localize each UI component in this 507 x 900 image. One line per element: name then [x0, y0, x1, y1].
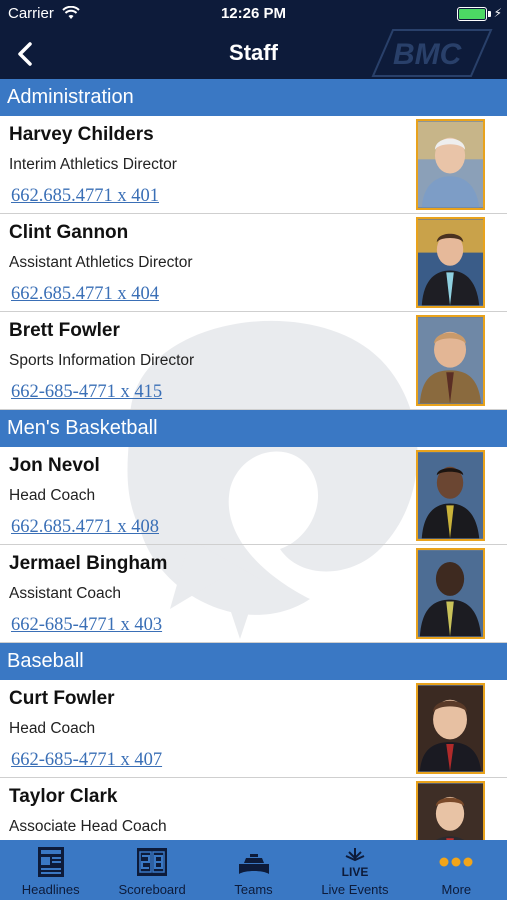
- staff-photo: [416, 548, 485, 639]
- staff-row[interactable]: Brett Fowler Sports Information Director…: [0, 312, 507, 410]
- status-time: 12:26 PM: [220, 5, 287, 22]
- staff-role: Head Coach: [9, 720, 96, 737]
- phone-link[interactable]: 662-685-4771 x 415: [11, 382, 162, 403]
- tab-teams[interactable]: Teams: [203, 840, 304, 900]
- tab-scoreboard[interactable]: Scoreboard: [101, 840, 202, 900]
- phone-link[interactable]: 662.685.4771 x 401: [11, 186, 159, 207]
- staff-photo: [416, 683, 485, 774]
- staff-role: Head Coach: [9, 487, 96, 504]
- tab-headlines[interactable]: Headlines: [0, 840, 101, 900]
- staff-photo: [416, 315, 485, 406]
- scoreboard-icon: [137, 848, 168, 876]
- status-bar: Carrier 12:26 PM ⚡: [0, 0, 507, 28]
- staff-role: Sports Information Director: [9, 352, 195, 369]
- section-header-baseball: Baseball: [0, 643, 507, 680]
- phone-link[interactable]: 662-685-4771 x 407: [11, 750, 162, 771]
- charging-icon: ⚡: [493, 6, 502, 20]
- tab-bar: Headlines Scoreboard Teams LIVE Live Eve…: [0, 840, 507, 900]
- staff-row[interactable]: Jermael Bingham Assistant Coach 662-685-…: [0, 545, 507, 643]
- staff-photo: [416, 781, 485, 840]
- tab-label: More: [441, 882, 472, 897]
- staff-name: Taylor Clark: [9, 786, 118, 807]
- staff-role: Assistant Coach: [9, 585, 121, 602]
- section-header-administration: Administration: [0, 79, 507, 116]
- staff-name: Jon Nevol: [9, 455, 100, 476]
- newspaper-icon: [37, 847, 64, 877]
- live-broadcast-icon: LIVE: [342, 848, 369, 878]
- staff-name: Brett Fowler: [9, 320, 120, 341]
- staff-role: Interim Athletics Director: [9, 156, 177, 173]
- staff-name: Harvey Childers: [9, 124, 154, 145]
- staff-row[interactable]: Harvey Childers Interim Athletics Direct…: [0, 116, 507, 214]
- staff-row[interactable]: Curt Fowler Head Coach 662-685-4771 x 40…: [0, 680, 507, 778]
- phone-link[interactable]: 662-685-4771 x 403: [11, 615, 162, 636]
- more-dots-icon: [439, 857, 473, 867]
- stadium-icon: [238, 854, 269, 874]
- battery-icon: [457, 7, 487, 21]
- staff-photo: [416, 217, 485, 308]
- staff-name: Curt Fowler: [9, 688, 115, 709]
- navigation-bar: Staff BMC: [0, 28, 507, 79]
- staff-row[interactable]: Clint Gannon Assistant Athletics Directo…: [0, 214, 507, 312]
- tab-more[interactable]: More: [406, 840, 507, 900]
- tab-label: Scoreboard: [118, 882, 186, 897]
- staff-row[interactable]: Taylor Clark Associate Head Coach: [0, 778, 507, 840]
- staff-name: Clint Gannon: [9, 222, 129, 243]
- tab-label: Teams: [234, 882, 273, 897]
- staff-name: Jermael Bingham: [9, 553, 168, 574]
- tab-label: Headlines: [21, 882, 80, 897]
- staff-photo: [416, 450, 485, 541]
- tab-live-events[interactable]: LIVE Live Events: [304, 840, 405, 900]
- phone-link[interactable]: 662.685.4771 x 408: [11, 517, 159, 538]
- staff-role: Associate Head Coach: [9, 818, 167, 835]
- tab-label: Live Events: [321, 882, 389, 897]
- staff-row[interactable]: Jon Nevol Head Coach 662.685.4771 x 408: [0, 447, 507, 545]
- live-text: LIVE: [342, 865, 369, 878]
- section-header-mens-basketball: Men's Basketball: [0, 410, 507, 447]
- logo-text: BMC: [393, 38, 463, 71]
- staff-photo: [416, 119, 485, 210]
- staff-list[interactable]: Administration Harvey Childers Interim A…: [0, 79, 507, 840]
- phone-link[interactable]: 662.685.4771 x 404: [11, 284, 159, 305]
- bmc-logo: BMC: [371, 29, 493, 77]
- staff-role: Assistant Athletics Director: [9, 254, 193, 271]
